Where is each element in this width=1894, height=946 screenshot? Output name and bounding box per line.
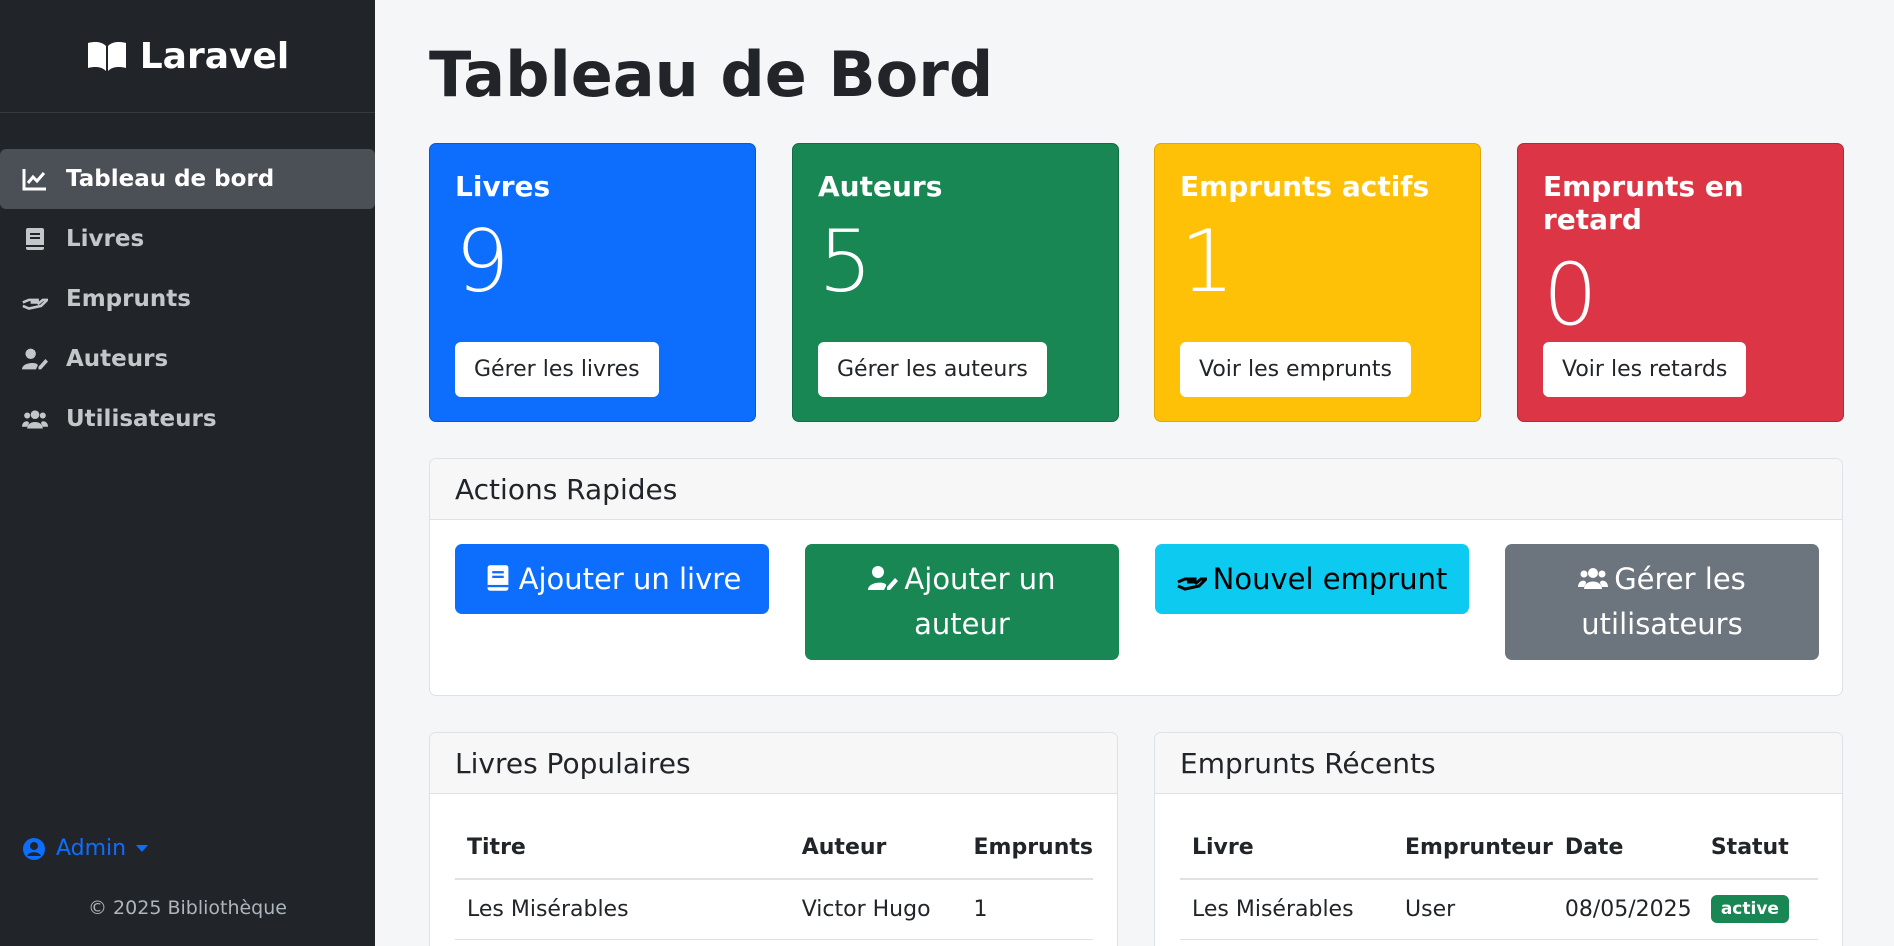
stat-value: 0: [1543, 245, 1598, 345]
table-header-row: Livre Emprunteur Date Statut: [1180, 817, 1818, 880]
brand[interactable]: Laravel: [0, 0, 375, 113]
book-open-icon: [87, 42, 126, 71]
stat-label: Emprunts en retard: [1543, 170, 1744, 236]
stat-label: Emprunts actifs: [1180, 170, 1430, 203]
add-author-button[interactable]: Ajouter un auteur: [805, 544, 1119, 660]
column-header: Date: [1552, 817, 1699, 880]
new-loan-button[interactable]: Nouvel emprunt: [1155, 544, 1469, 614]
user-menu-toggle[interactable]: Admin: [22, 836, 149, 861]
button-label: Ajouter un livre: [518, 561, 742, 596]
table-cell: active: [1698, 879, 1818, 940]
card-title: Livres Populaires: [430, 733, 1117, 794]
table-cell: Victor Hugo: [789, 879, 962, 940]
stat-label: Livres: [455, 170, 551, 203]
hand-holding-icon: [1177, 577, 1210, 591]
column-header: Livre: [1180, 817, 1393, 880]
book-icon: [26, 228, 44, 250]
sidebar-item-users[interactable]: Utilisateurs: [0, 389, 375, 449]
table-cell: Les Misérables: [1180, 879, 1393, 940]
sidebar-item-label: Utilisateurs: [66, 406, 217, 432]
column-header: Emprunteur: [1393, 817, 1553, 880]
stat-card-active-loans: Emprunts actifs 1 Voir les emprunts: [1154, 143, 1481, 422]
users-icon: [1578, 568, 1609, 589]
sidebar-item-label: Livres: [66, 226, 145, 252]
stat-card-authors: Auteurs 5 Gérer les auteurs: [792, 143, 1119, 422]
sidebar-item-loans[interactable]: Emprunts: [0, 269, 375, 329]
table-row[interactable]: Les Misérables Victor Hugo 1: [455, 879, 1093, 940]
stat-card-late-loans: Emprunts en retard 0 Voir les retards: [1517, 143, 1844, 422]
quick-actions-card: Actions Rapides Ajouter un livre Ajouter…: [429, 458, 1843, 696]
caret-down-icon: [136, 845, 149, 852]
sidebar-item-authors[interactable]: Auteurs: [0, 329, 375, 389]
stat-label: Auteurs: [818, 170, 943, 203]
table-header-row: Titre Auteur Emprunts: [455, 817, 1093, 880]
card-title: Emprunts Récents: [1155, 733, 1842, 794]
sidebar-nav: Tableau de bord Livres Emprunts Auteurs …: [0, 113, 375, 449]
popular-books-card: Livres Populaires Titre Auteur Emprunts …: [429, 732, 1118, 946]
table-cell: Les Misérables: [455, 879, 790, 940]
user-name: Admin: [56, 836, 127, 861]
popular-books-table: Titre Auteur Emprunts Les Misérables Vic…: [455, 817, 1093, 940]
user-circle-icon: [23, 837, 45, 860]
stat-value: 5: [818, 212, 873, 312]
column-header: Statut: [1698, 817, 1818, 880]
manage-users-button[interactable]: Gérer les utilisateurs: [1505, 544, 1819, 660]
view-loans-button[interactable]: Voir les emprunts: [1180, 342, 1412, 397]
table-cell: 1: [961, 879, 1093, 940]
manage-books-button[interactable]: Gérer les livres: [455, 342, 659, 397]
stat-value: 1: [1180, 212, 1235, 312]
sidebar-item-label: Tableau de bord: [66, 166, 275, 192]
column-header: Titre: [455, 817, 790, 880]
recent-loans-card: Emprunts Récents Livre Emprunteur Date S…: [1154, 732, 1843, 946]
sidebar-item-books[interactable]: Livres: [0, 209, 375, 269]
table-cell: User: [1393, 879, 1553, 940]
users-icon: [22, 410, 48, 429]
stat-card-books: Livres 9 Gérer les livres: [429, 143, 756, 422]
copyright: © 2025 Bibliothèque: [88, 897, 287, 919]
user-edit-icon: [868, 566, 899, 590]
page-title: Tableau de Bord: [429, 38, 994, 111]
manage-authors-button[interactable]: Gérer les auteurs: [818, 342, 1047, 397]
chart-line-icon: [22, 169, 46, 191]
hand-holding-icon: [22, 298, 48, 310]
sidebar-item-label: Auteurs: [66, 346, 169, 372]
table-cell: 08/05/2025: [1552, 879, 1699, 940]
column-header: Auteur: [789, 817, 962, 880]
table-row[interactable]: Les Misérables User 08/05/2025 active: [1180, 879, 1818, 940]
button-label: Ajouter un auteur: [904, 562, 1056, 641]
recent-loans-table: Livre Emprunteur Date Statut Les Misérab…: [1180, 817, 1818, 940]
brand-name: Laravel: [139, 35, 290, 77]
sidebar-item-dashboard[interactable]: Tableau de bord: [0, 149, 375, 209]
user-edit-icon: [22, 348, 48, 370]
button-label: Nouvel emprunt: [1212, 561, 1448, 596]
book-icon: [487, 564, 508, 591]
sidebar-item-label: Emprunts: [66, 286, 191, 312]
card-title: Actions Rapides: [430, 459, 1842, 520]
stat-value: 9: [455, 212, 510, 312]
add-book-button[interactable]: Ajouter un livre: [455, 544, 769, 614]
sidebar: Laravel Tableau de bord Livres Emprunts …: [0, 0, 375, 946]
column-header: Emprunts: [961, 817, 1093, 880]
view-late-button[interactable]: Voir les retards: [1543, 342, 1747, 397]
status-badge: active: [1710, 895, 1789, 924]
